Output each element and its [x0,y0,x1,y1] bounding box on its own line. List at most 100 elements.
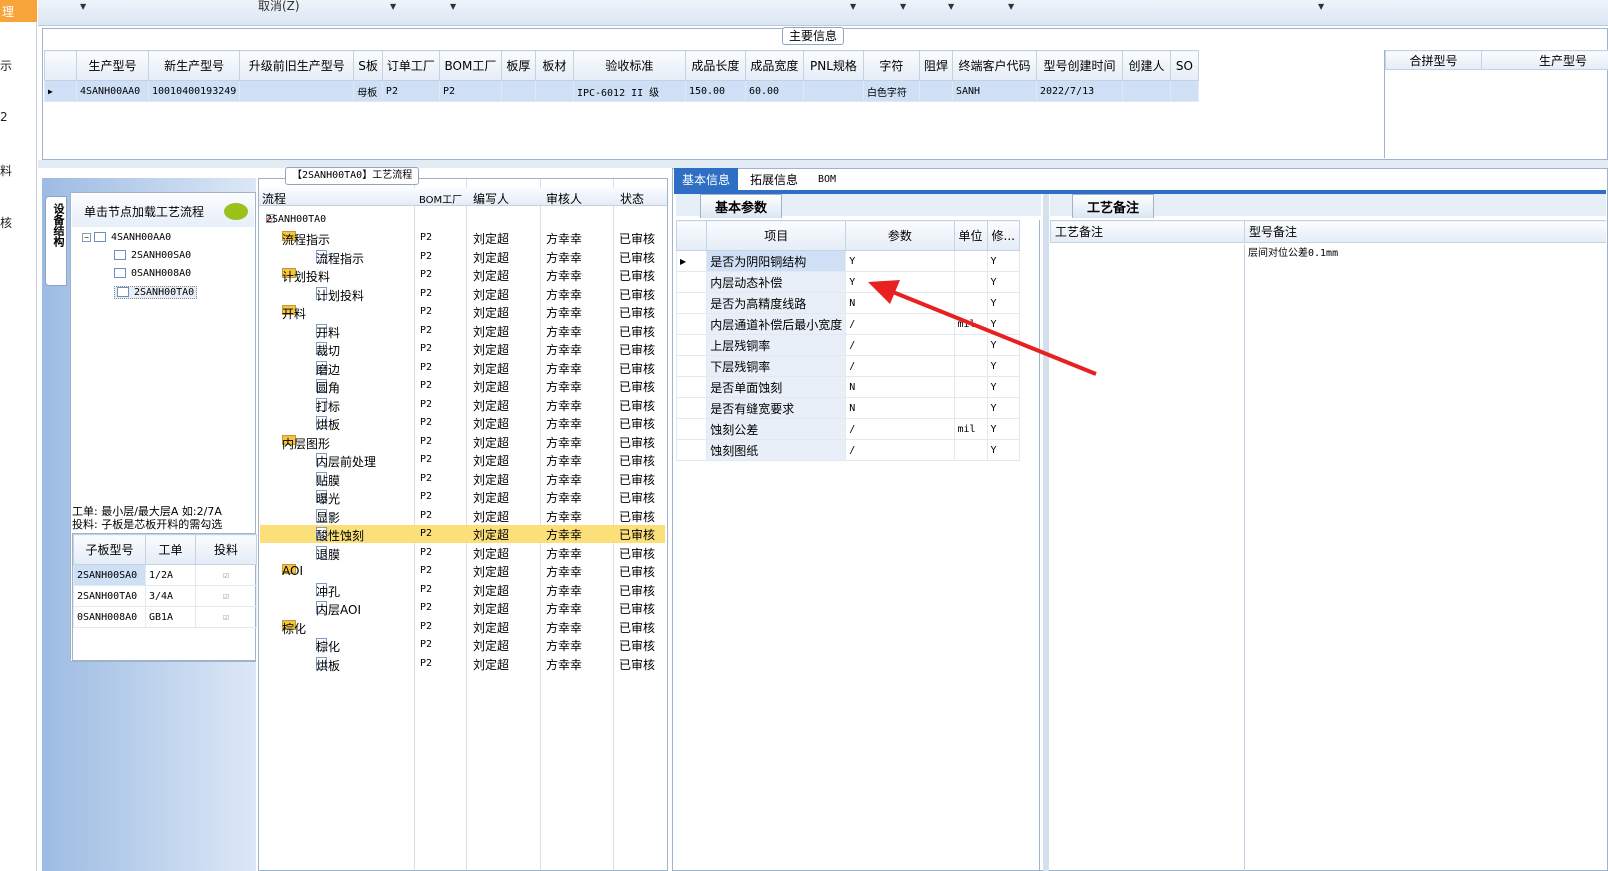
col-header[interactable]: 工单 [145,534,196,565]
col-header[interactable]: 参数 [845,220,955,251]
cell[interactable]: 白色字符 [862,80,920,102]
flow-row[interactable]: 圆角 P2 刘定超 方幸幸 已审核 [260,377,665,395]
splitter[interactable] [38,160,1608,168]
col-header[interactable]: 生产型号 [76,50,149,81]
col-header[interactable]: 型号备注 [1244,220,1606,243]
flow-row[interactable]: −流程指示 P2 刘定超 方幸幸 已审核 [260,229,665,247]
table-row[interactable]: 0SANH008A0 GB1A ☑ [73,606,257,628]
cell[interactable] [239,80,355,102]
flow-row[interactable]: −开料 P2 刘定超 方幸幸 已审核 [260,303,665,321]
cell[interactable]: 蚀刻图纸 [706,439,847,461]
flow-row[interactable]: 裁切 P2 刘定超 方幸幸 已审核 [260,340,665,358]
cell[interactable] [500,80,536,102]
flow-row[interactable]: 磨边 P2 刘定超 方幸幸 已审核 [260,359,665,377]
col-header[interactable]: 阻焊 [918,50,953,81]
left-nav-item-4[interactable]: 核 [0,214,12,231]
tree-node-root[interactable]: −4SANH00AA0 [82,232,171,243]
tab-device-structure[interactable]: 设备结构 [45,196,67,286]
col-header[interactable]: 成品长度 [684,50,746,81]
tree-node-selected[interactable]: 2SANH00TA0 [114,286,198,299]
cell[interactable]: Y [986,250,1021,272]
tab-basic-info[interactable]: 基本信息 [674,168,739,190]
cell[interactable]: 3/4A [145,585,196,607]
flow-row[interactable]: 退膜 P2 刘定超 方幸幸 已审核 [260,544,665,562]
col-header[interactable]: 子板型号 [73,534,146,565]
table-row[interactable]: 蚀刻公差 / mil Y [676,418,1021,440]
left-nav-item-1[interactable]: 示 [0,57,12,74]
flow-row[interactable]: −AOI P2 刘定超 方幸幸 已审核 [260,562,665,580]
flow-row[interactable]: −计划投料 P2 刘定超 方幸幸 已审核 [260,266,665,284]
merge-col-header[interactable]: 生产型号 [1481,50,1608,70]
cell[interactable]: P2 [438,80,502,102]
flow-row[interactable]: 内层前处理 P2 刘定超 方幸幸 已审核 [260,451,665,469]
col-header[interactable]: 终端客户代码 [951,50,1037,81]
cell[interactable]: 1/2A [145,564,196,586]
col-header[interactable]: 成品宽度 [744,50,804,81]
col-header[interactable]: 状态 [620,190,644,207]
cell[interactable] [953,439,988,461]
col-header[interactable]: 订单工厂 [381,50,440,81]
tree-node[interactable]: 2SANH00SA0 [114,250,191,261]
flow-row[interactable]: 冲孔 P2 刘定超 方幸幸 已审核 [260,581,665,599]
flow-row[interactable]: 计划投料 P2 刘定超 方幸幸 已审核 [260,285,665,303]
col-header[interactable]: PNL规格 [802,50,864,81]
col-header[interactable]: 编写人 [473,190,509,207]
dropdown-arrow-icon[interactable]: ▼ [390,2,396,11]
flow-row[interactable]: −内层图形 P2 刘定超 方幸幸 已审核 [260,433,665,451]
left-nav-item-3[interactable]: 料 [0,162,12,179]
flow-row[interactable]: 酸性蚀刻 P2 刘定超 方幸幸 已审核 [260,525,665,543]
checkbox[interactable]: ☑ [195,606,257,628]
dropdown-arrow-icon[interactable]: ▼ [900,2,906,11]
cell[interactable]: 10010400193249 [147,80,241,102]
subtab-process-remark[interactable]: 工艺备注 [1072,194,1155,218]
col-header[interactable]: 创建人 [1121,50,1171,81]
dropdown-arrow-icon[interactable]: ▼ [80,2,86,11]
cell[interactable]: 是否有缝宽要求 [706,397,847,419]
col-header[interactable]: 修... [986,220,1021,251]
col-header[interactable]: SO [1169,50,1199,81]
flow-row[interactable]: 曝光 P2 刘定超 方幸幸 已审核 [260,488,665,506]
cell[interactable]: 0SANH008A0 [73,606,146,628]
col-header[interactable]: BOM工厂 [438,50,502,81]
tab-extended-info[interactable]: 拓展信息 [742,168,806,190]
cell[interactable]: Y [845,250,955,272]
cell[interactable]: SANH [951,80,1037,102]
cell[interactable]: 蚀刻公差 [706,418,847,440]
flow-row[interactable]: 棕化 P2 刘定超 方幸幸 已审核 [260,636,665,654]
cell[interactable]: / [845,418,955,440]
flow-row[interactable]: 流程指示 P2 刘定超 方幸幸 已审核 [260,248,665,266]
cell[interactable]: 下层残铜率 [706,355,847,377]
flow-row[interactable]: 烘板 P2 刘定超 方幸幸 已审核 [260,655,665,673]
cell[interactable]: IPC-6012 II 级 [572,80,686,102]
col-header[interactable]: 工艺备注 [1050,220,1245,243]
col-header[interactable]: 流程 [262,190,286,207]
cell[interactable]: 2SANH00SA0 [73,564,146,586]
table-row[interactable]: 2SANH00TA0 3/4A ☑ [73,585,257,607]
dropdown-arrow-icon[interactable]: ▼ [1318,2,1324,11]
cell[interactable]: Y [986,418,1021,440]
flow-row[interactable]: 打标 P2 刘定超 方幸幸 已审核 [260,396,665,414]
cell[interactable]: 4SANH00AA0 [76,80,149,102]
dropdown-arrow-icon[interactable]: ▼ [1008,2,1014,11]
col-header[interactable]: S板 [353,50,383,81]
cell[interactable]: N [845,397,955,419]
checkbox[interactable]: ☑ [195,585,257,607]
cell[interactable]: 60.00 [744,80,804,102]
merge-col-header[interactable]: 合拼型号 [1385,50,1482,70]
col-header[interactable]: 板材 [534,50,574,81]
cell[interactable] [1121,80,1171,102]
cell[interactable] [534,80,574,102]
cell[interactable]: 150.00 [684,80,746,102]
dropdown-arrow-icon[interactable]: ▼ [850,2,856,11]
col-header[interactable]: 型号创建时间 [1035,50,1123,81]
table-row[interactable]: ▶ 是否为阴阳铜结构 Y Y [676,250,1021,272]
col-header[interactable]: 单位 [953,220,988,251]
table-row[interactable]: 2SANH00SA0 1/2A ☑ [73,564,257,586]
col-header[interactable]: BOM工厂 [419,191,462,206]
table-row[interactable]: 是否有缝宽要求 N Y [676,397,1021,419]
cell[interactable] [953,250,988,272]
cell[interactable]: 内层通道补偿后最小宽度 [706,313,847,335]
model-remark-value[interactable]: 层间对位公差0.1mm [1248,244,1338,259]
cell[interactable]: 2SANH00TA0 [73,585,146,607]
col-header[interactable]: 字符 [862,50,920,81]
